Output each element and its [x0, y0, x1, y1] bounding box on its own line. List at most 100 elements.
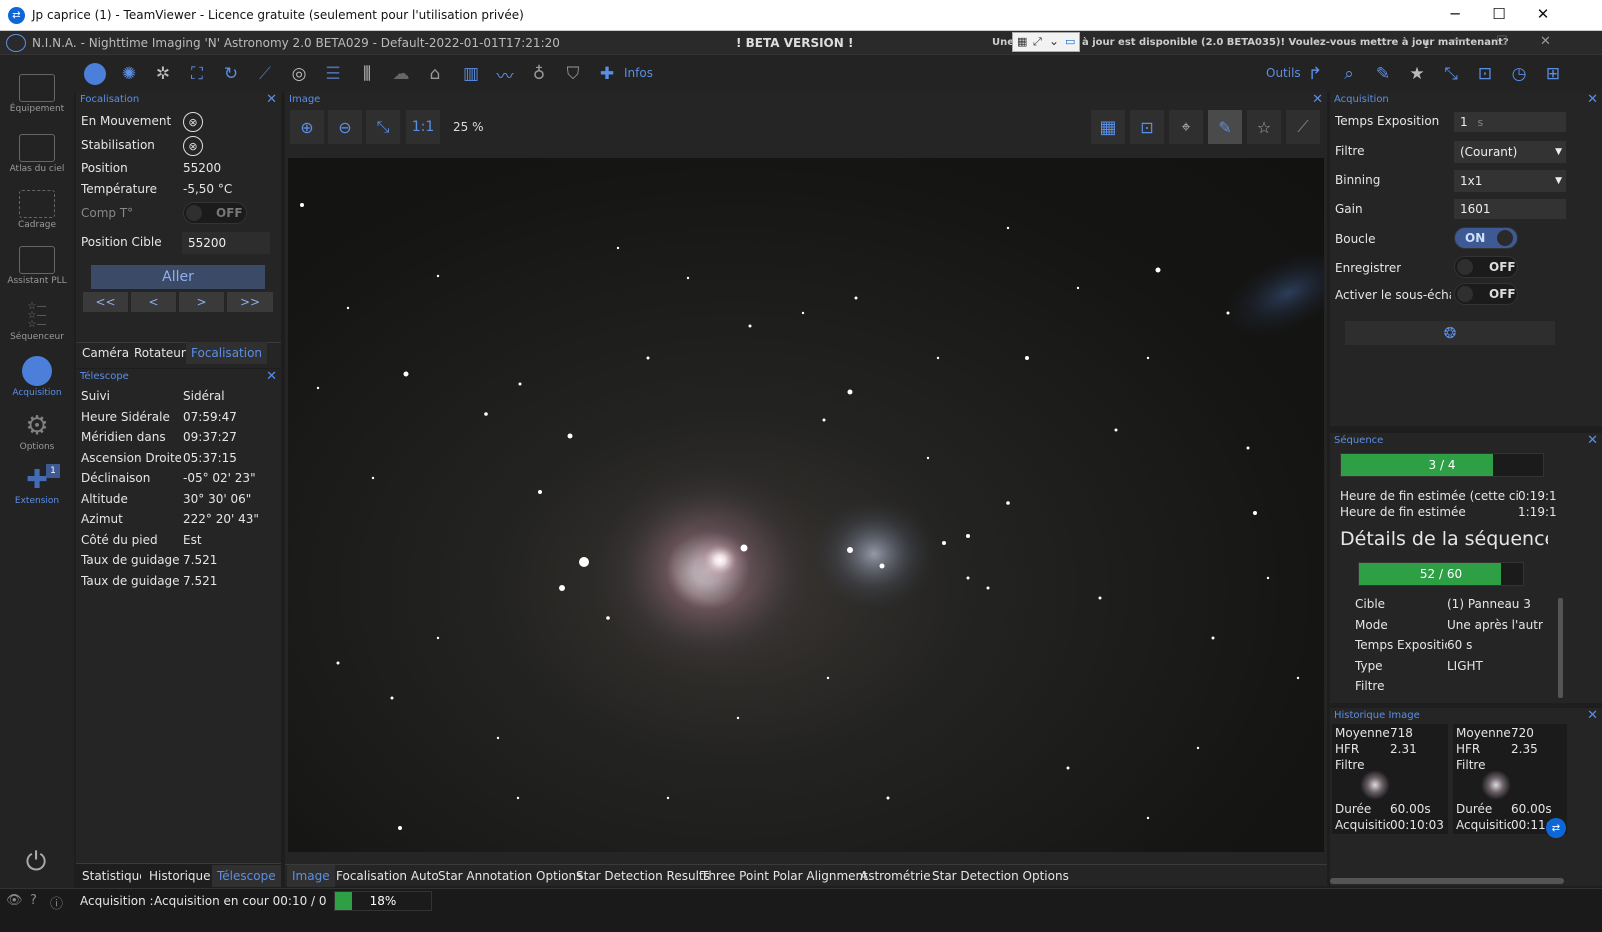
tab-rotator[interactable]: Rotateur — [129, 342, 191, 364]
expand-icon[interactable]: ⤡ — [1440, 63, 1462, 85]
sidebar-item-options[interactable]: ⚙ Options — [0, 412, 74, 452]
close-icon[interactable]: ✕ — [266, 369, 277, 385]
focuser-icon[interactable]: ⛶ — [186, 63, 208, 85]
annotate-icon[interactable]: ⟋ — [1286, 110, 1320, 144]
auto-stretch-icon[interactable]: ✎ — [1208, 110, 1242, 144]
sidebar-item-framing[interactable]: Cadrage — [0, 190, 74, 230]
filter-wheel-icon[interactable]: ✺ — [118, 63, 140, 85]
nina-minimize-button[interactable]: — — [1452, 32, 1466, 48]
close-icon[interactable]: ✕ — [1587, 433, 1598, 449]
history-thumbnail-card[interactable]: Moyenne 720 HFR 2.35 Filtre Durée 60.00s… — [1453, 724, 1567, 834]
help-icon[interactable]: ? — [30, 893, 37, 908]
fullscreen-icon[interactable]: ⤢ — [1033, 35, 1042, 49]
telescope-icon[interactable]: ⟋ — [254, 63, 276, 85]
tab-autofocus[interactable]: Focalisation Auto — [331, 865, 444, 887]
nina-close-button[interactable]: ✕ — [1540, 34, 1551, 49]
history-scrollbar[interactable] — [1330, 878, 1564, 884]
switch-icon[interactable]: ☰ — [322, 63, 344, 85]
histogram-icon[interactable]: ▥ — [460, 63, 482, 85]
subsample-toggle[interactable]: OFF — [1454, 283, 1518, 305]
minimize-button[interactable]: ─ — [1432, 5, 1478, 23]
sidebar-item-plugins[interactable]: ✚ Extension 1 — [0, 464, 74, 506]
grid-icon[interactable]: ▦ — [1017, 35, 1027, 48]
chevron-down-icon[interactable]: ⌄ — [1049, 34, 1059, 48]
close-button[interactable]: ✕ — [1520, 5, 1566, 23]
tab-polar-alignment[interactable]: Three Point Polar Alignment — [696, 865, 873, 887]
move-far-left-button[interactable]: << — [83, 292, 128, 312]
zoom-in-icon[interactable]: ⊕ — [290, 110, 324, 144]
star-icon[interactable]: ☆ — [1247, 110, 1281, 144]
nina-maximize-button[interactable]: ☐ — [1496, 34, 1508, 49]
grid-icon[interactable]: ▦ — [1091, 110, 1125, 144]
tab-camera[interactable]: Caméra — [77, 342, 134, 364]
start-capture-button[interactable]: ❂ — [1345, 321, 1555, 345]
tab-statistics[interactable]: Statistique — [77, 865, 141, 887]
sidebar-item-equipment[interactable]: Équipement — [0, 74, 74, 114]
search-icon[interactable]: ⌕ — [1338, 63, 1360, 85]
go-button[interactable]: Aller — [91, 265, 265, 289]
close-icon[interactable]: ✕ — [1587, 708, 1598, 724]
history-icon[interactable]: ◷ — [1508, 63, 1530, 85]
crosshair-icon[interactable]: ⌖ — [1169, 110, 1203, 144]
tab-image[interactable]: Image — [287, 865, 335, 887]
monitor-icon[interactable]: ▭ — [1065, 35, 1075, 48]
weather-icon[interactable]: ☁ — [390, 63, 412, 85]
close-icon[interactable]: ✕ — [266, 92, 277, 108]
maximize-button[interactable]: ☐ — [1476, 5, 1522, 23]
sidebar-item-sky-atlas[interactable]: Atlas du ciel — [0, 134, 74, 174]
binning-select[interactable]: 1x1 ▼ — [1454, 170, 1566, 192]
sidebar-item-polar-align[interactable]: Assistant PLL — [0, 246, 74, 286]
temp-comp-toggle[interactable]: OFF — [183, 202, 247, 224]
update-notice[interactable]: à jour est disponible (2.0 BETA035)! Vou… — [1082, 37, 1509, 48]
move-left-button[interactable]: < — [131, 292, 176, 312]
flat-device-icon[interactable]: ⫼ — [356, 63, 378, 85]
tab-star-detection-results[interactable]: Star Detection Results — [571, 865, 715, 887]
tab-history[interactable]: Historique — [144, 865, 216, 887]
captured-image[interactable] — [288, 158, 1324, 852]
filter-select[interactable]: (Courant) ▼ — [1454, 141, 1566, 163]
tab-star-annotation[interactable]: Star Annotation Options — [433, 865, 587, 887]
magic-wand-icon[interactable]: ✎ — [1372, 63, 1394, 85]
move-right-button[interactable]: > — [179, 292, 224, 312]
star-detection-icon[interactable]: ⊡ — [1130, 110, 1164, 144]
tab-telescope[interactable]: Télescope — [212, 865, 281, 887]
gain-input[interactable]: 1601 — [1454, 199, 1566, 219]
puzzle-icon[interactable]: ✚ — [596, 63, 618, 85]
teamviewer-session-icon[interactable]: ⇄ — [1546, 818, 1566, 838]
dock-icon[interactable]: ⊞ — [1542, 63, 1564, 85]
zoom-out-icon[interactable]: ⊖ — [328, 110, 362, 144]
sidebar-item-imaging[interactable]: Acquisition — [0, 356, 74, 398]
sidebar-item-sequencer[interactable]: ☆— ☆— ☆— Séquenceur — [0, 302, 74, 343]
frame-icon[interactable]: ⊡ — [1474, 63, 1496, 85]
move-far-right-button[interactable]: >> — [227, 292, 273, 312]
loop-toggle[interactable]: ON — [1454, 227, 1518, 249]
rotator-icon[interactable]: ↻ — [220, 63, 242, 85]
info-icon[interactable]: ⓘ — [50, 893, 63, 912]
tab-focuser[interactable]: Focalisation — [186, 342, 268, 364]
dome-icon[interactable]: ⌂ — [424, 63, 446, 85]
exposure-input[interactable]: 1 s — [1454, 112, 1566, 132]
camera-icon[interactable] — [84, 63, 106, 85]
lightbulb-icon[interactable]: ♁ — [528, 63, 550, 85]
close-icon[interactable]: ✕ — [1312, 92, 1323, 108]
tab-astrometry[interactable]: Astrométrie — [855, 865, 936, 887]
guide-graph-icon[interactable]: 〰 — [494, 63, 516, 87]
outils-label[interactable]: Outils — [1266, 66, 1301, 80]
eye-icon[interactable]: 👁 — [6, 893, 23, 908]
close-icon[interactable]: ✕ — [1587, 92, 1598, 108]
filter-icon[interactable]: ✲ — [152, 63, 174, 85]
target-position-input[interactable]: 55200 — [182, 232, 270, 254]
history-thumbnail-card[interactable]: Moyenne 718 HFR 2.31 Filtre Durée 60.00s… — [1332, 724, 1448, 834]
shield-icon[interactable]: ⛉ — [562, 63, 584, 85]
star-icon[interactable]: ★ — [1406, 63, 1428, 85]
power-icon[interactable]: ⏻ — [20, 846, 52, 878]
save-toggle[interactable]: OFF — [1454, 256, 1518, 278]
fit-icon[interactable]: ⤡ — [366, 110, 400, 144]
teamviewer-remote-toolbar[interactable]: ▦ ⤢ ⌄ ▭ — [1012, 32, 1080, 52]
tab-star-detection-options[interactable]: Star Detection Options — [927, 865, 1074, 887]
polar-align-icon[interactable]: ↱ — [1304, 63, 1326, 85]
infos-label[interactable]: Infos — [624, 66, 653, 80]
sequence-scrollbar[interactable] — [1558, 598, 1563, 698]
download-icon[interactable]: ⭳ — [1424, 35, 1428, 56]
one-to-one-button[interactable]: 1:1 — [406, 110, 440, 144]
